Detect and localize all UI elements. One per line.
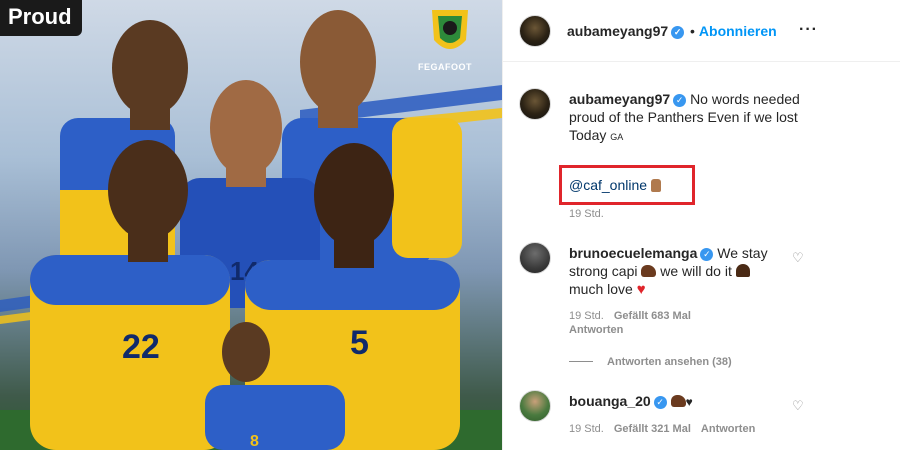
- comment-text-part: much love: [569, 281, 633, 297]
- post-panel: aubameyang97 ✓ • Abonnieren ··· aubameyang…: [502, 0, 900, 450]
- verified-badge-icon: ✓: [671, 26, 685, 39]
- flexed-biceps-emoji-icon: [670, 395, 686, 407]
- comment-timestamp: 19 Std.: [569, 310, 604, 322]
- follow-button[interactable]: • Abonnieren: [690, 23, 777, 39]
- reply-button[interactable]: Antworten: [569, 324, 623, 336]
- red-heart-emoji-icon: ♥: [636, 281, 646, 298]
- view-replies-button[interactable]: Antworten ansehen (38): [569, 356, 732, 368]
- comment-username[interactable]: bouanga_20: [569, 393, 651, 409]
- comment-timestamp: 19 Std.: [569, 423, 604, 435]
- mention-link[interactable]: @caf_online: [569, 177, 662, 193]
- mention-text[interactable]: @caf_online: [569, 177, 647, 193]
- separator-dot: •: [690, 23, 695, 39]
- svg-text:5: 5: [350, 324, 369, 362]
- comment-meta: 19 Std. Gefällt 321 Mal Antworten: [569, 423, 765, 435]
- follow-label[interactable]: Abonnieren: [699, 23, 777, 39]
- post-caption: aubameyang97 ✓ No words needed proud of t…: [569, 90, 809, 146]
- comment-avatar[interactable]: [519, 390, 551, 422]
- more-options-icon[interactable]: ···: [799, 21, 818, 39]
- verified-badge-icon: ✓: [673, 94, 687, 107]
- black-heart-emoji-icon: ♥: [685, 395, 693, 409]
- caption-username[interactable]: aubameyang97: [569, 91, 670, 107]
- post-image: 14 22 5 8 Proud FEGAFOOT: [0, 0, 502, 450]
- like-comment-heart-icon[interactable]: ♡: [792, 251, 804, 264]
- view-replies-label[interactable]: Antworten ansehen (38): [607, 356, 732, 368]
- comment-text-part: we will do it: [660, 263, 732, 279]
- comment: bruno​ecuelemanga ✓ We stay strong capi w…: [569, 244, 779, 299]
- view-replies-line: [569, 361, 593, 362]
- comment-meta: 19 Std. Gefällt 683 Mal Antworten: [569, 309, 701, 337]
- verified-badge-icon: ✓: [653, 396, 667, 409]
- federation-crest: [432, 10, 468, 49]
- like-comment-heart-icon[interactable]: ♡: [792, 399, 804, 412]
- caption-timestamp: 19 Std.: [569, 208, 604, 220]
- comment-likes[interactable]: Gefällt 321 Mal: [614, 423, 691, 435]
- proud-badge: Proud: [0, 0, 82, 36]
- svg-text:8: 8: [250, 433, 259, 450]
- federation-label: FEGAFOOT: [418, 62, 472, 72]
- comment-avatar[interactable]: [519, 242, 551, 274]
- post-header: aubameyang97 ✓ • Abonnieren ···: [503, 0, 900, 62]
- caption-suffix: GA: [610, 132, 624, 142]
- author-username-text[interactable]: aubameyang97: [567, 23, 668, 39]
- verified-badge-icon: ✓: [700, 248, 714, 261]
- author-avatar[interactable]: [519, 15, 551, 47]
- comment-likes[interactable]: Gefällt 683 Mal: [614, 310, 691, 322]
- reply-button[interactable]: Antworten: [701, 423, 755, 435]
- thumbs-up-emoji-icon: [651, 179, 662, 192]
- author-username[interactable]: aubameyang97 ✓: [567, 23, 685, 39]
- caption-avatar[interactable]: [519, 88, 551, 120]
- comment-username[interactable]: bruno​ecuelemanga: [569, 245, 697, 261]
- folded-hands-emoji-icon: [735, 264, 750, 277]
- comment: bouanga_20 ✓ ♥: [569, 392, 779, 411]
- svg-text:22: 22: [122, 328, 160, 366]
- flexed-biceps-emoji-icon: [641, 265, 657, 277]
